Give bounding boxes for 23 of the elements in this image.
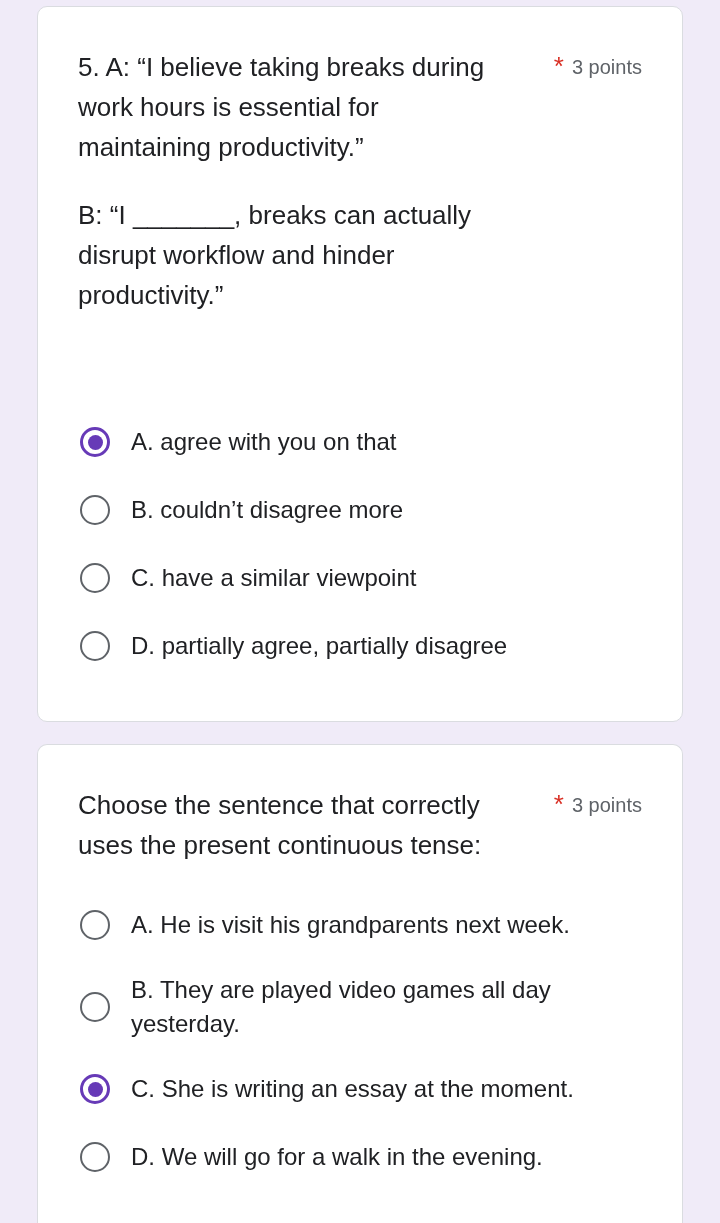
option-label[interactable]: A. He is visit his grandparents next week. [131,908,570,942]
question-text: Choose the sentence that correctly uses the present continuous tense: [78,789,483,862]
radio-button[interactable] [80,1074,110,1104]
required-mark: * [553,53,564,81]
option-label[interactable]: D. partially agree, partially disagree [131,629,508,663]
option-label[interactable]: C. She is writing an essay at the moment. [131,1072,574,1106]
option-label[interactable]: D. We will go for a walk in the evening. [131,1140,543,1174]
radio-button[interactable] [80,992,110,1022]
radio-button[interactable] [80,495,110,525]
option-label[interactable]: A. agree with you on that [131,425,397,459]
radio-button[interactable] [80,631,110,661]
option-label[interactable]: B. couldn’t disagree more [131,493,404,527]
radio-button[interactable] [80,427,110,457]
points-label: 3 points [571,793,642,817]
question-text: 5. A: “I believe taking breaks during work hours is essential for maintaining productivity.” [78,51,486,164]
radio-button[interactable] [80,910,110,940]
option-label[interactable]: B. They are played video games all day yesterday. [131,973,631,1041]
question-text: B: “I _______, breaks can actually disrupt workflow and hinder productivity.” [78,199,473,312]
radio-button[interactable] [80,563,110,593]
required-mark: * [553,791,564,819]
radio-button[interactable] [80,1142,110,1172]
points-label: 3 points [571,55,642,79]
option-label[interactable]: C. have a similar viewpoint [131,561,417,595]
